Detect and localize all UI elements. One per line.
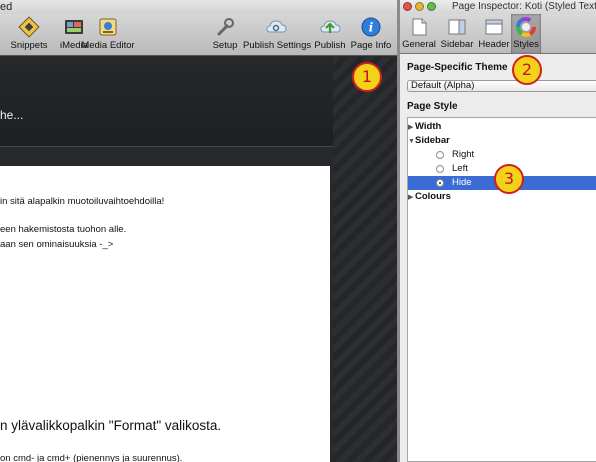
- radio-left[interactable]: [436, 165, 444, 173]
- main-toolbar: Snippets iMedia Media Editor Setup Publi…: [0, 14, 397, 56]
- color-wheel-icon: [516, 17, 536, 37]
- radio-hide[interactable]: [436, 179, 444, 187]
- page-info-button[interactable]: i Page Info: [349, 16, 393, 54]
- sidebar-option-right[interactable]: Right: [408, 148, 596, 162]
- tab-header[interactable]: Header: [478, 14, 510, 54]
- header-icon: [485, 19, 503, 35]
- cloud-upload-icon: [320, 20, 341, 33]
- option-label: Right: [452, 149, 475, 160]
- page-inspector-panel: Page Inspector: Koti (Styled Text) Gener…: [400, 0, 596, 462]
- inspector-title: Page Inspector: Koti (Styled Text): [452, 1, 596, 12]
- content-line[interactable]: aan sen ominaisuuksia -_>: [0, 239, 113, 250]
- tree-item-width[interactable]: ▶ Width: [408, 120, 596, 134]
- option-label: Left: [452, 163, 468, 174]
- tab-general-label: General: [402, 39, 436, 50]
- option-label: Hide: [452, 177, 472, 188]
- tree-item-label: Colours: [415, 191, 451, 202]
- sidebar-icon: [448, 19, 466, 35]
- main-window: ed Snippets iMedia Media Editor Setup Pu…: [0, 0, 397, 462]
- disclosure-right-icon[interactable]: ▶: [408, 121, 415, 135]
- close-window-button[interactable]: [403, 2, 412, 11]
- media-editor-label: Media Editor: [81, 40, 135, 51]
- page-style-heading: Page Style: [407, 101, 458, 112]
- page-content-area[interactable]: in sitä alapalkin muotoiluvaihtoehdoilla…: [0, 166, 330, 462]
- content-line[interactable]: in sitä alapalkin muotoiluvaihtoehdoilla…: [0, 196, 164, 207]
- info-icon: i: [361, 17, 381, 37]
- content-line[interactable]: een hakemistosta tuohon alle.: [0, 224, 126, 235]
- window-title: ed: [0, 1, 13, 13]
- disclosure-right-icon[interactable]: ▶: [408, 191, 415, 205]
- minimize-window-button[interactable]: [415, 2, 424, 11]
- page-header-text[interactable]: he...: [0, 108, 23, 122]
- page-header-band: [0, 57, 333, 147]
- tree-item-sidebar[interactable]: ▼Sidebar: [408, 134, 596, 148]
- publish-button[interactable]: Publish: [313, 16, 347, 54]
- canvas-stripe-background: [333, 57, 397, 462]
- page-specific-theme-heading: Page-Specific Theme: [407, 62, 508, 73]
- tree-item-label: Width: [415, 121, 442, 132]
- tab-general[interactable]: General: [402, 14, 436, 54]
- tree-item-label: Sidebar: [415, 135, 450, 146]
- inspector-titlebar: Page Inspector: Koti (Styled Text): [400, 0, 596, 14]
- setup-button[interactable]: Setup: [211, 16, 239, 54]
- callout-badge-2: 2: [512, 55, 542, 85]
- disclosure-down-icon[interactable]: ▼: [408, 135, 415, 149]
- tab-styles[interactable]: Styles: [511, 14, 541, 54]
- snippets-icon: [18, 16, 40, 38]
- content-heading[interactable]: n ylävalikkopalkin "Format" valikosta.: [0, 418, 221, 433]
- svg-text:i: i: [369, 21, 374, 35]
- zoom-window-button[interactable]: [427, 2, 436, 11]
- snippets-label: Snippets: [10, 40, 48, 51]
- inspector-tabs: General Sidebar Header Styles: [400, 14, 596, 54]
- tab-sidebar[interactable]: Sidebar: [438, 14, 476, 54]
- page-info-label: Page Info: [350, 40, 392, 51]
- media-editor-icon: [99, 18, 117, 36]
- theme-select[interactable]: Default (Alpha): [407, 80, 596, 92]
- setup-label: Setup: [212, 40, 238, 51]
- cloud-gear-icon: [266, 20, 287, 33]
- publish-settings-button[interactable]: Publish Settings: [243, 16, 312, 54]
- callout-badge-3: 3: [494, 164, 524, 194]
- publish-label: Publish: [314, 40, 346, 51]
- tab-header-label: Header: [478, 39, 510, 50]
- content-line[interactable]: on cmd- ja cmd+ (pienennys ja suurennus)…: [0, 453, 182, 462]
- snippets-button[interactable]: Snippets: [4, 16, 54, 54]
- radio-right[interactable]: [436, 151, 444, 159]
- page-icon: [412, 18, 427, 36]
- tab-styles-label: Styles: [513, 39, 539, 50]
- wrench-icon: [217, 18, 234, 36]
- main-titlebar: ed: [0, 0, 397, 14]
- media-editor-button[interactable]: Media Editor: [80, 16, 136, 54]
- publish-settings-label: Publish Settings: [243, 40, 312, 51]
- callout-badge-1: 1: [352, 62, 382, 92]
- tab-sidebar-label: Sidebar: [440, 39, 474, 50]
